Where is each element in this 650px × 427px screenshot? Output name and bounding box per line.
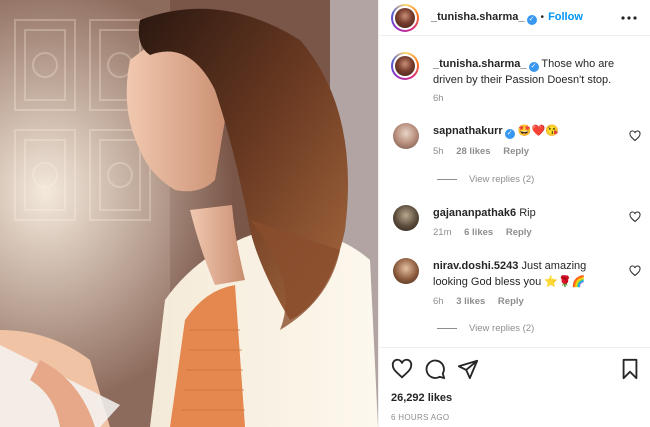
heart-icon[interactable] bbox=[629, 130, 641, 142]
caption: _tunisha.sharma_ ✓ Those who are driven b… bbox=[433, 56, 643, 88]
divider-line bbox=[437, 327, 457, 329]
follow-button[interactable]: Follow bbox=[548, 11, 583, 23]
comment-meta: 6h 3 likes Reply bbox=[433, 296, 524, 307]
comment-likes[interactable]: 6 likes bbox=[464, 227, 493, 238]
likes-count[interactable]: 26,292 likes bbox=[391, 392, 452, 404]
commenter-avatar[interactable] bbox=[393, 123, 419, 149]
post-photo-illustration bbox=[0, 0, 378, 427]
view-replies-label: View replies (2) bbox=[469, 174, 535, 185]
comment-meta: 21m 6 likes Reply bbox=[433, 227, 532, 238]
heart-icon[interactable] bbox=[391, 358, 413, 380]
comment-meta: 5h 28 likes Reply bbox=[433, 146, 529, 157]
comment: gajananpathak6 Rip bbox=[433, 205, 536, 221]
commenter-avatar[interactable] bbox=[393, 258, 419, 284]
view-replies-label: View replies (2) bbox=[469, 323, 535, 334]
comment-text: 🤩❤️😘 bbox=[517, 125, 559, 137]
divider-line bbox=[437, 178, 457, 180]
heart-icon[interactable] bbox=[629, 265, 641, 277]
comment: nirav.doshi.5243 Just amazing looking Go… bbox=[433, 258, 633, 290]
comment-likes[interactable]: 3 likes bbox=[456, 296, 485, 307]
comment: sapnathakurr ✓ 🤩❤️😘 bbox=[433, 123, 559, 139]
comment-username[interactable]: gajananpathak6 bbox=[433, 207, 516, 219]
post-header: _tunisha.sharma_ ✓ • Follow bbox=[379, 0, 650, 36]
comment-age: 6h bbox=[433, 296, 444, 307]
comment-age: 21m bbox=[433, 227, 452, 238]
caption-username[interactable]: _tunisha.sharma_ bbox=[433, 58, 527, 70]
header-author-line: _tunisha.sharma_ ✓ • Follow bbox=[431, 11, 583, 25]
post-details-panel: _tunisha.sharma_ ✓ • Follow _tunisha.sharma… bbox=[378, 0, 650, 427]
reply-button[interactable]: Reply bbox=[506, 227, 532, 238]
comment-text-line1: Just amazing bbox=[521, 260, 587, 272]
view-replies-button[interactable]: View replies (2) bbox=[437, 174, 534, 185]
comment-text-line2: looking God bless you ⭐🌹🌈 bbox=[433, 276, 586, 288]
comment-username[interactable]: sapnathakurr bbox=[433, 125, 503, 137]
heart-icon[interactable] bbox=[629, 211, 641, 223]
commenter-avatar[interactable] bbox=[393, 205, 419, 231]
caption-avatar[interactable] bbox=[391, 52, 419, 80]
more-icon[interactable] bbox=[621, 12, 637, 24]
view-replies-button[interactable]: View replies (2) bbox=[437, 323, 534, 334]
verified-icon: ✓ bbox=[526, 15, 537, 25]
comment-icon[interactable] bbox=[424, 358, 446, 380]
comment-age: 5h bbox=[433, 146, 444, 157]
post-actions: 26,292 likes 6 HOURS AGO bbox=[379, 347, 650, 427]
verified-icon: ✓ bbox=[528, 62, 539, 72]
reply-button[interactable]: Reply bbox=[498, 296, 524, 307]
author-avatar[interactable] bbox=[391, 4, 419, 32]
comment-username[interactable]: nirav.doshi.5243 bbox=[433, 260, 518, 272]
comment-text: Rip bbox=[519, 207, 536, 219]
author-username[interactable]: _tunisha.sharma_ bbox=[431, 11, 525, 23]
verified-icon: ✓ bbox=[504, 129, 515, 139]
post-photo bbox=[0, 0, 378, 427]
post-timestamp[interactable]: 6 HOURS AGO bbox=[391, 413, 449, 422]
reply-button[interactable]: Reply bbox=[503, 146, 529, 157]
bookmark-icon[interactable] bbox=[619, 358, 641, 380]
separator-dot: • bbox=[540, 12, 545, 23]
comment-likes[interactable]: 28 likes bbox=[456, 146, 490, 157]
caption-age: 6h bbox=[433, 93, 444, 104]
share-icon[interactable] bbox=[457, 358, 479, 380]
